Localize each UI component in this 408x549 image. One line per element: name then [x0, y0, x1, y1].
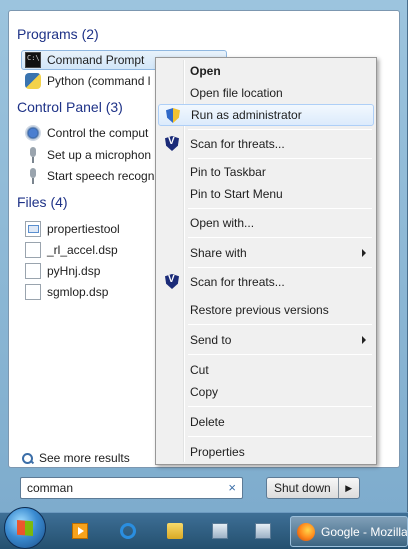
files-group-header[interactable]: Files (4) — [17, 194, 68, 210]
start-orb-button[interactable] — [4, 507, 46, 549]
taskbar-app-button[interactable] — [243, 516, 283, 547]
control-panel-icon — [25, 125, 41, 141]
taskbar-app-button[interactable] — [200, 516, 240, 547]
microphone-icon — [25, 168, 41, 184]
result-setup-microphone[interactable]: Set up a microphon — [25, 145, 155, 165]
menu-separator — [188, 237, 372, 238]
menu-item-restore-previous-versions[interactable]: Restore previous versions — [158, 299, 374, 321]
menu-item-label: Run as administrator — [191, 108, 302, 122]
result-label: Control the comput — [47, 126, 149, 140]
menu-item-label: Open file location — [190, 86, 283, 100]
media-player-icon — [72, 523, 88, 539]
folder-icon — [167, 523, 183, 539]
result-speech-recognition[interactable]: Start speech recogn — [25, 166, 155, 186]
menu-item-label: Pin to Taskbar — [190, 165, 266, 179]
menu-item-scan-for-threats[interactable]: Scan for threats... — [158, 133, 374, 155]
uac-shield-icon — [166, 108, 180, 123]
menu-item-label: Scan for threats... — [190, 275, 285, 289]
taskbar-media-player-button[interactable] — [60, 516, 100, 547]
menu-separator — [188, 354, 372, 355]
menu-item-delete[interactable]: Delete — [158, 411, 374, 433]
menu-item-share-with[interactable]: Share with — [158, 242, 374, 264]
result-file[interactable]: sgmlop.dsp — [25, 282, 155, 302]
programs-group-header[interactable]: Programs (2) — [17, 26, 99, 42]
taskbar: Google - Mozilla — [0, 507, 408, 549]
search-input[interactable]: comman × — [20, 477, 243, 499]
shutdown-button-group: Shut down ▶ — [266, 477, 360, 499]
menu-separator — [188, 406, 372, 407]
menu-item-label: Pin to Start Menu — [190, 187, 283, 201]
result-python[interactable]: Python (command l — [25, 71, 155, 91]
result-label: propertiestool — [47, 222, 120, 236]
menu-item-scan-for-threats[interactable]: Scan for threats... — [158, 271, 374, 293]
result-label: Command Prompt — [47, 53, 145, 67]
menu-item-copy[interactable]: Copy — [158, 381, 374, 403]
command-prompt-icon — [25, 52, 41, 68]
result-label: Start speech recogn — [47, 169, 155, 183]
firefox-icon — [297, 522, 315, 541]
clear-search-icon[interactable]: × — [228, 480, 236, 495]
context-menu: Open Open file location Run as administr… — [155, 57, 377, 465]
internet-explorer-icon — [120, 523, 136, 539]
menu-item-send-to[interactable]: Send to — [158, 329, 374, 351]
menu-item-label: Cut — [190, 363, 209, 377]
result-label: Set up a microphon — [47, 148, 152, 162]
menu-item-open-with[interactable]: Open with... — [158, 212, 374, 234]
search-icon — [21, 452, 34, 465]
result-label: Python (command l — [47, 74, 151, 88]
menu-item-open[interactable]: Open — [158, 60, 374, 82]
menu-item-run-as-administrator[interactable]: Run as administrator — [158, 104, 374, 126]
menu-item-open-file-location[interactable]: Open file location — [158, 82, 374, 104]
taskbar-firefox-button[interactable]: Google - Mozilla — [290, 516, 408, 547]
shutdown-button[interactable]: Shut down — [267, 478, 339, 498]
menu-separator — [188, 436, 372, 437]
file-icon — [25, 242, 41, 258]
result-file[interactable]: propertiestool — [25, 219, 155, 239]
menu-item-label: Delete — [190, 415, 225, 429]
result-file[interactable]: pyHnj.dsp — [25, 261, 155, 281]
file-icon — [25, 221, 41, 237]
menu-item-pin-to-start-menu[interactable]: Pin to Start Menu — [158, 183, 374, 205]
file-icon — [25, 263, 41, 279]
submenu-arrow-icon — [362, 249, 366, 257]
antivirus-shield-icon — [165, 136, 179, 151]
see-more-label: See more results — [39, 451, 130, 465]
result-file[interactable]: _rl_accel.dsp — [25, 240, 155, 260]
menu-item-label: Share with — [190, 246, 247, 260]
menu-item-label: Restore previous versions — [190, 303, 329, 317]
result-label: _rl_accel.dsp — [47, 243, 118, 257]
menu-item-label: Scan for threats... — [190, 137, 285, 151]
menu-separator — [188, 324, 372, 325]
result-control-computer[interactable]: Control the comput — [25, 123, 155, 143]
result-label: sgmlop.dsp — [47, 285, 109, 299]
python-icon — [25, 73, 41, 89]
menu-item-label: Open with... — [190, 216, 255, 230]
taskbar-ie-button[interactable] — [108, 516, 148, 547]
window-icon — [255, 523, 271, 539]
menu-item-label: Send to — [190, 333, 232, 347]
menu-item-label: Properties — [190, 445, 245, 459]
taskbar-firefox-label: Google - Mozilla — [321, 524, 408, 539]
menu-item-cut[interactable]: Cut — [158, 359, 374, 381]
menu-separator — [188, 267, 372, 268]
menu-item-label: Open — [190, 64, 221, 78]
menu-item-properties[interactable]: Properties — [158, 441, 374, 463]
menu-separator — [188, 129, 372, 130]
menu-separator — [188, 158, 372, 159]
shutdown-options-button[interactable]: ▶ — [339, 478, 359, 498]
result-label: pyHnj.dsp — [47, 264, 101, 278]
window-icon — [212, 523, 228, 539]
menu-separator — [188, 208, 372, 209]
file-icon — [25, 284, 41, 300]
taskbar-explorer-button[interactable] — [155, 516, 195, 547]
microphone-icon — [25, 147, 41, 163]
antivirus-shield-icon — [165, 274, 179, 289]
see-more-results-link[interactable]: See more results — [21, 451, 130, 465]
menu-item-label: Copy — [190, 385, 219, 399]
menu-item-pin-to-taskbar[interactable]: Pin to Taskbar — [158, 161, 374, 183]
control-panel-group-header[interactable]: Control Panel (3) — [17, 99, 123, 115]
search-input-value: comman — [27, 481, 74, 495]
submenu-arrow-icon — [362, 336, 366, 344]
